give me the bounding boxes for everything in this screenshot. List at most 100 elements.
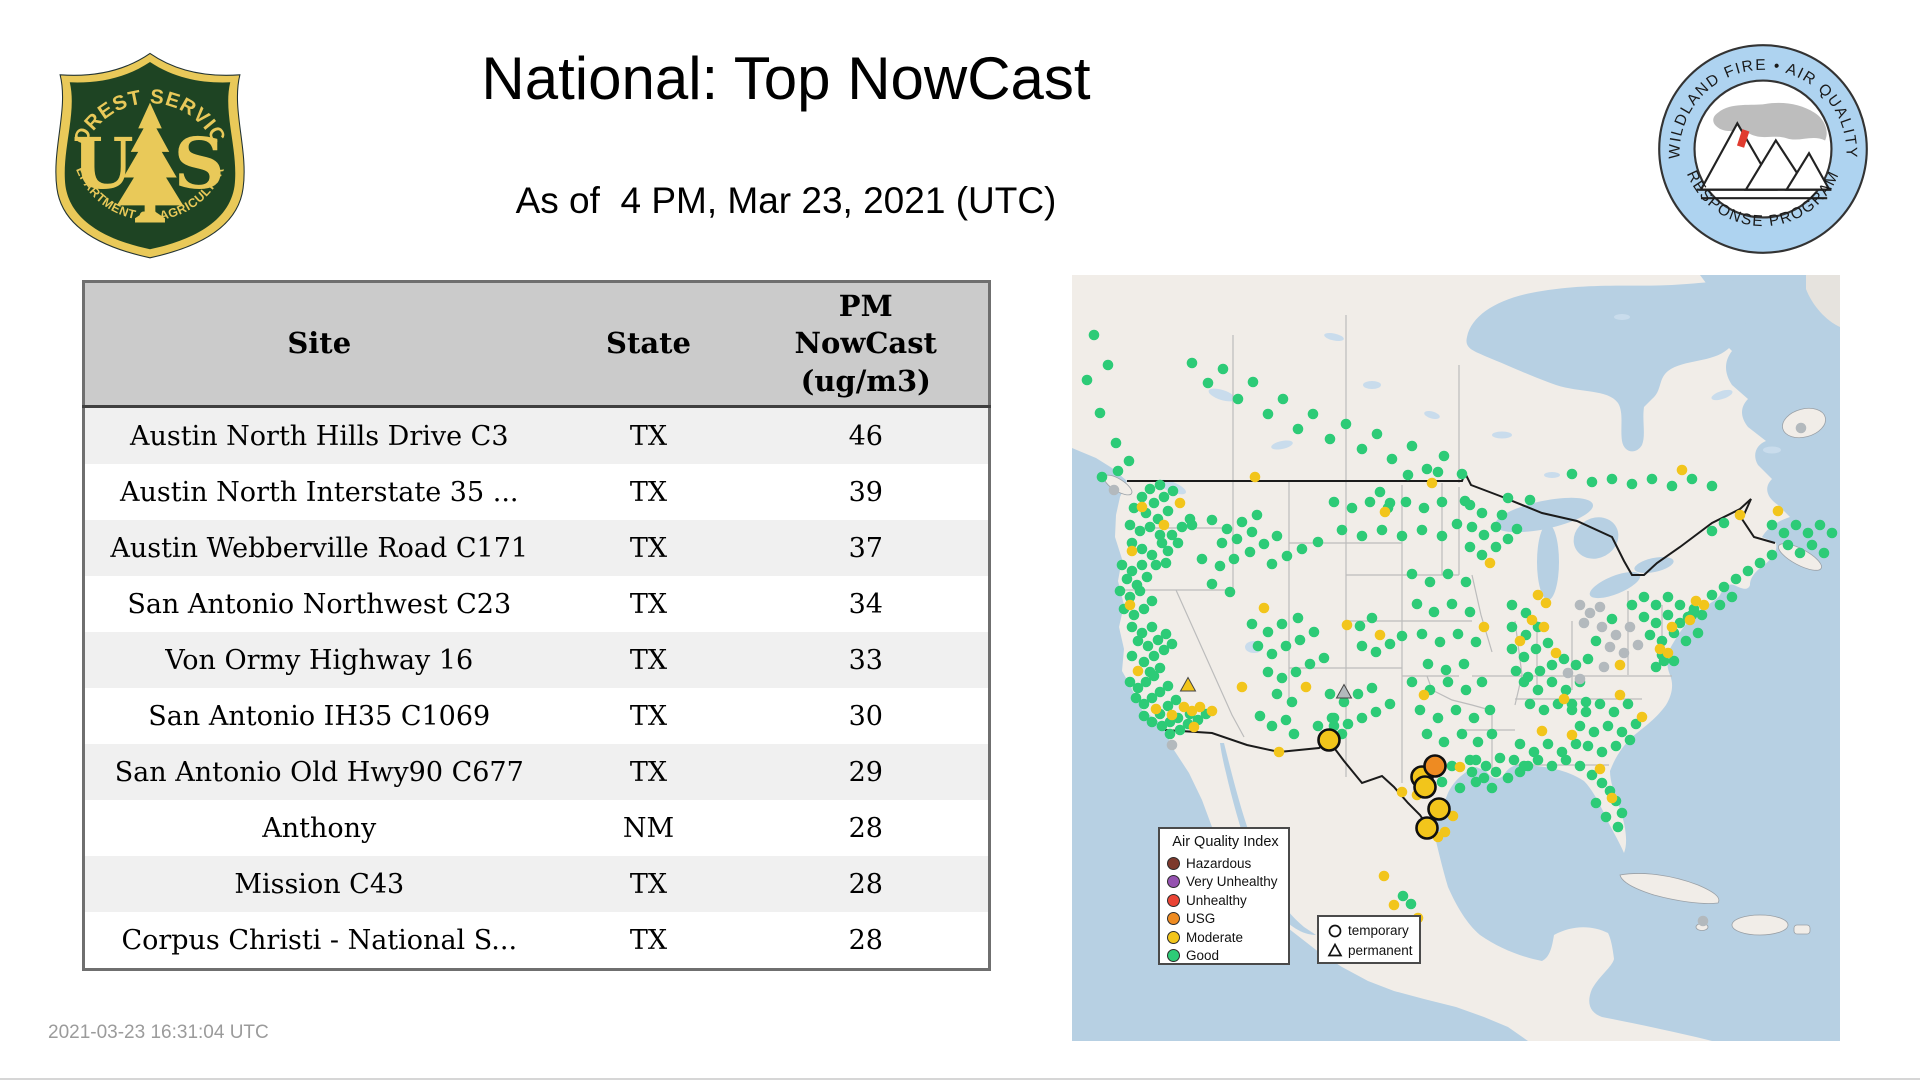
monitor-dot-no_data <box>1574 673 1586 685</box>
monitor-dot-good <box>1276 618 1288 630</box>
monitor-dot-good <box>1292 612 1304 624</box>
monitor-dot-good <box>1496 509 1508 521</box>
monitor-dot-good <box>1224 586 1236 598</box>
monitor-dot-good <box>1778 527 1790 539</box>
monitor-dot-good <box>1680 635 1692 647</box>
monitor-dot-good <box>1216 537 1228 549</box>
monitor-dot-good <box>1826 527 1838 539</box>
monitor-dot-good <box>1148 497 1160 509</box>
monitor-dot-good <box>1644 629 1656 641</box>
monitor-dot-good <box>1480 760 1492 772</box>
monitor-dot-good <box>1454 782 1466 794</box>
monitor-dot-good <box>1616 807 1628 819</box>
monitor-dot-good <box>1150 559 1162 571</box>
monitor-dot-moderate <box>1614 689 1626 701</box>
svg-text:S: S <box>174 122 225 205</box>
monitor-dot-good <box>1696 609 1708 621</box>
monitor-dot-good <box>1374 486 1386 498</box>
monitor-dot-good <box>1416 628 1428 640</box>
monitor-dot-good <box>1126 650 1138 662</box>
monitor-dot-good <box>1328 712 1340 724</box>
aqi-map: Air Quality Index Hazardous Very Unhealth… <box>1072 275 1840 1041</box>
monitor-dot-good <box>1162 680 1174 692</box>
table-row: Austin North Interstate 35 ... TX 39 <box>83 464 990 520</box>
monitor-dot-moderate <box>1558 693 1570 705</box>
monitor-dot-good <box>1478 772 1490 784</box>
monitor-dot-good <box>1246 618 1258 630</box>
monitor-dot-good <box>1266 648 1278 660</box>
monitor-dot-good <box>1478 529 1490 541</box>
monitor-dot-good <box>1706 525 1718 537</box>
monitor-dot-good <box>1126 621 1138 633</box>
monitor-dot-good <box>1134 585 1146 597</box>
monitor-dot-good <box>1138 656 1150 668</box>
monitor-dot-moderate <box>1550 647 1562 659</box>
state-cell: TX <box>629 476 668 508</box>
monitor-dot-good <box>1582 653 1594 665</box>
monitor-dot-good <box>1468 712 1480 724</box>
monitor-dot-good <box>1424 576 1436 588</box>
state-cell: TX <box>629 700 668 732</box>
monitor-dot-good <box>1271 530 1283 542</box>
monitor-dot-good <box>1486 782 1498 794</box>
value-cell: 28 <box>848 924 883 956</box>
monitor-dot-good <box>1566 468 1578 480</box>
value-cell: 33 <box>848 644 883 676</box>
state-cell: TX <box>629 868 668 900</box>
value-cell: 28 <box>848 812 883 844</box>
monitor-dot-good <box>1266 558 1278 570</box>
monitor-dot-good <box>1406 440 1418 452</box>
monitor-dot-good <box>1586 476 1598 488</box>
site-cell: San Antonio Old Hwy90 C677 <box>114 756 524 788</box>
monitor-dot-good <box>1281 550 1293 562</box>
monitor-dot-good <box>1276 672 1288 684</box>
monitor-dot-good <box>1144 483 1156 495</box>
monitor-dot-good <box>1328 496 1340 508</box>
monitor-dot-good <box>1148 670 1160 682</box>
monitor-dot-moderate <box>1538 621 1550 633</box>
monitor-dot-good <box>1132 635 1144 647</box>
monitor-dot-good <box>1114 585 1126 597</box>
monitor-dot-no_data <box>1596 621 1608 633</box>
monitor-dot-good <box>1176 521 1188 533</box>
monitor-dot-good <box>1414 704 1426 716</box>
value-cell: 39 <box>848 476 883 508</box>
monitor-dot-good <box>1502 772 1514 784</box>
monitor-dot-good <box>1692 627 1704 639</box>
monitor-dot-good <box>1606 473 1618 485</box>
monitor-dot-good <box>1292 423 1304 435</box>
monitor-dot-moderate <box>1379 506 1391 518</box>
monitor-dot-good <box>1464 606 1476 618</box>
monitor-dot-good <box>1402 469 1414 481</box>
monitor-dot-good <box>1532 684 1544 696</box>
site-cell: Austin North Hills Drive C3 <box>129 420 509 452</box>
monitor-dot-good <box>1432 466 1444 478</box>
top-site-marker-moderate <box>1427 797 1451 821</box>
monitor-dot-good <box>1494 752 1506 764</box>
monitor-dot-good <box>1397 890 1409 902</box>
monitor-dot-good <box>1246 526 1258 538</box>
monitor-dot-good <box>1308 626 1320 638</box>
monitor-dot-no_data <box>1562 667 1574 679</box>
monitor-dot-good <box>1766 519 1778 531</box>
monitor-dot-good <box>1730 573 1742 585</box>
monitor-dot-good <box>1470 636 1482 648</box>
wfaqrp-logo-icon: WILDLAND FIRE • AIR QUALITY RESPONSE PRO… <box>1658 44 1868 254</box>
monitor-dot-good <box>1438 736 1450 748</box>
very_unhealthy-swatch-icon <box>1167 875 1180 889</box>
monitor-dot-good <box>1508 754 1520 766</box>
monitor-dot-good <box>1288 728 1300 740</box>
monitor-dot-good <box>1146 595 1158 607</box>
monitor-dot-moderate <box>1206 705 1218 717</box>
monitor-dot-good <box>1370 706 1382 718</box>
monitor-dot-no_data <box>1618 647 1630 659</box>
monitor-dot-good <box>1128 609 1140 621</box>
monitor-dot-moderate <box>1374 629 1386 641</box>
monitor-dot-good <box>1142 640 1154 652</box>
monitor-dot-good <box>1624 734 1636 746</box>
monitor-dot-good <box>1742 565 1754 577</box>
monitor-dot-good <box>1602 720 1614 732</box>
monitor-dot-good <box>1271 688 1283 700</box>
monitor-dot-good <box>1588 726 1600 738</box>
usg-swatch-icon <box>1167 912 1180 926</box>
